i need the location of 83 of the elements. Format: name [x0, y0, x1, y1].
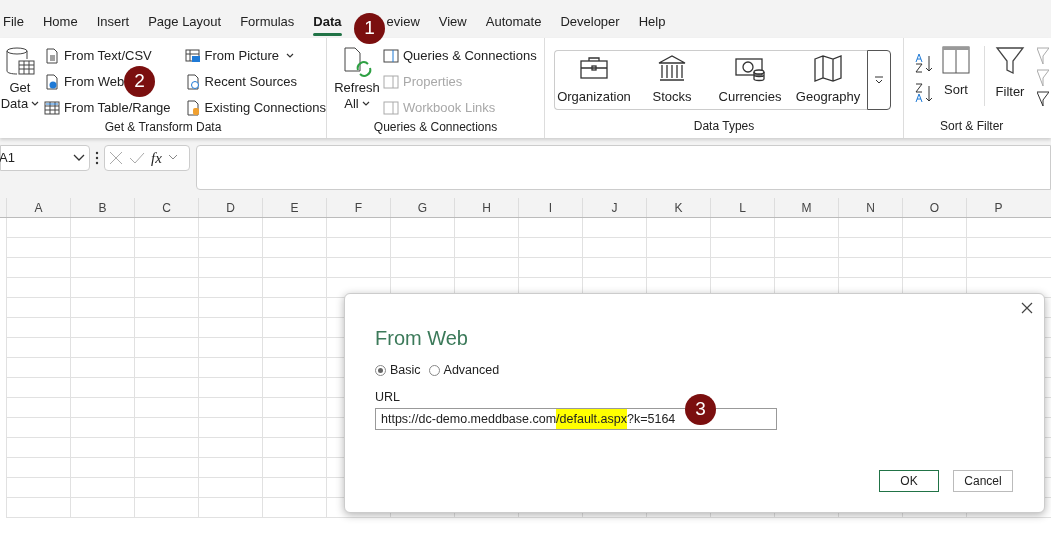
sort-ascending-icon[interactable] [914, 52, 934, 74]
column-header[interactable]: P [966, 198, 1030, 217]
column-header[interactable]: J [582, 198, 646, 217]
document-clock-icon [184, 74, 201, 90]
ribbon-command[interactable]: From Text/CSV [43, 46, 171, 66]
ribbon-command[interactable]: Queries & Connections [383, 46, 537, 66]
sort-grid-icon [942, 46, 970, 74]
filter-button[interactable]: Filter [995, 46, 1025, 117]
globe-document-icon [43, 74, 60, 90]
gallery-more-button[interactable] [867, 50, 891, 110]
column-header[interactable]: M [774, 198, 838, 217]
data-type-button[interactable]: Organization [555, 51, 633, 109]
check-icon[interactable] [129, 151, 145, 165]
refresh-all-button[interactable]: Refresh All [335, 46, 379, 118]
expand-icon [874, 76, 884, 84]
column-header[interactable]: N [838, 198, 902, 217]
data-type-button[interactable]: Geography [789, 51, 867, 109]
panel-icon [383, 100, 399, 116]
ribbon-tab[interactable]: Insert [96, 11, 130, 38]
ribbon-tab[interactable]: File [3, 11, 24, 38]
group-label: Queries & Connections [372, 119, 499, 136]
column-header[interactable]: C [134, 198, 198, 217]
ribbon-tab[interactable]: Data [313, 11, 342, 38]
step-number-badge: 1 [354, 13, 385, 44]
dropdown-icon [167, 154, 178, 162]
ribbon-tab[interactable]: Automate [485, 11, 542, 38]
panel-icon [383, 74, 399, 90]
radio-option[interactable]: Advanced [428, 361, 500, 380]
formula-input[interactable] [196, 145, 1051, 190]
refresh-document-icon [341, 46, 373, 78]
step-number-badge: 3 [685, 394, 716, 425]
get-data-button[interactable]: Get Data [0, 46, 40, 118]
caret-icon [361, 101, 370, 107]
ribbon-tab[interactable]: View [438, 11, 467, 38]
bank-building-icon [656, 53, 688, 84]
group-label: Get & Transform Data [103, 119, 223, 136]
ribbon-tab[interactable]: Help [638, 11, 666, 38]
caret-icon [31, 101, 40, 107]
group-label: Sort & Filter [939, 118, 1005, 135]
column-header[interactable]: G [390, 198, 454, 217]
ribbon-tab[interactable]: Formulas [240, 11, 295, 38]
ribbon-tab[interactable]: eview [386, 11, 420, 38]
column-header[interactable]: L [710, 198, 774, 217]
ribbon-command[interactable]: From Table/Range [43, 98, 171, 118]
sort-descending-icon[interactable] [914, 82, 934, 104]
data-type-button[interactable]: Currencies [711, 51, 789, 109]
sort-button[interactable]: Sort [942, 46, 970, 117]
dialog-button[interactable]: OK [879, 469, 939, 492]
column-header[interactable]: O [902, 198, 966, 217]
close-icon[interactable] [1021, 302, 1033, 314]
column-header[interactable]: K [646, 198, 710, 217]
ribbon-tab[interactable]: Page Layout [148, 11, 222, 38]
column-header[interactable]: H [454, 198, 518, 217]
document-database-icon [184, 100, 201, 116]
group-label: Data Types [692, 118, 756, 135]
database-table-icon [3, 46, 36, 78]
column-header[interactable]: A [6, 198, 70, 217]
radio-option[interactable]: Basic [375, 361, 421, 380]
field-label: URL [375, 388, 400, 406]
column-header[interactable]: I [518, 198, 582, 217]
column-header[interactable]: F [326, 198, 390, 217]
funnel-icon[interactable] [1037, 46, 1049, 106]
data-type-button[interactable]: Stocks [633, 51, 711, 109]
insert-function-button[interactable]: fx [151, 146, 162, 170]
column-header[interactable]: B [70, 198, 134, 217]
funnel-icon [995, 46, 1025, 76]
dropdown-icon [73, 154, 85, 162]
ribbon-command[interactable]: Existing Connections [184, 98, 326, 118]
ribbon-command[interactable]: Recent Sources [184, 72, 326, 92]
table-camera-icon [184, 48, 201, 64]
ribbon-command[interactable]: From Picture [184, 46, 326, 66]
caret-icon [286, 53, 294, 59]
folded-map-icon [812, 53, 844, 84]
dialog-title: From Web [375, 326, 469, 351]
table-icon [43, 100, 60, 116]
ribbon-tab[interactable]: Developer [560, 11, 620, 38]
column-header[interactable]: E [262, 198, 326, 217]
dialog-button[interactable]: Cancel [953, 469, 1013, 492]
column-header[interactable]: D [198, 198, 262, 217]
document-icon [43, 48, 60, 64]
ribbon-tab[interactable]: Home [42, 11, 78, 38]
panel-icon [383, 48, 399, 64]
step-number-badge: 2 [124, 66, 155, 97]
